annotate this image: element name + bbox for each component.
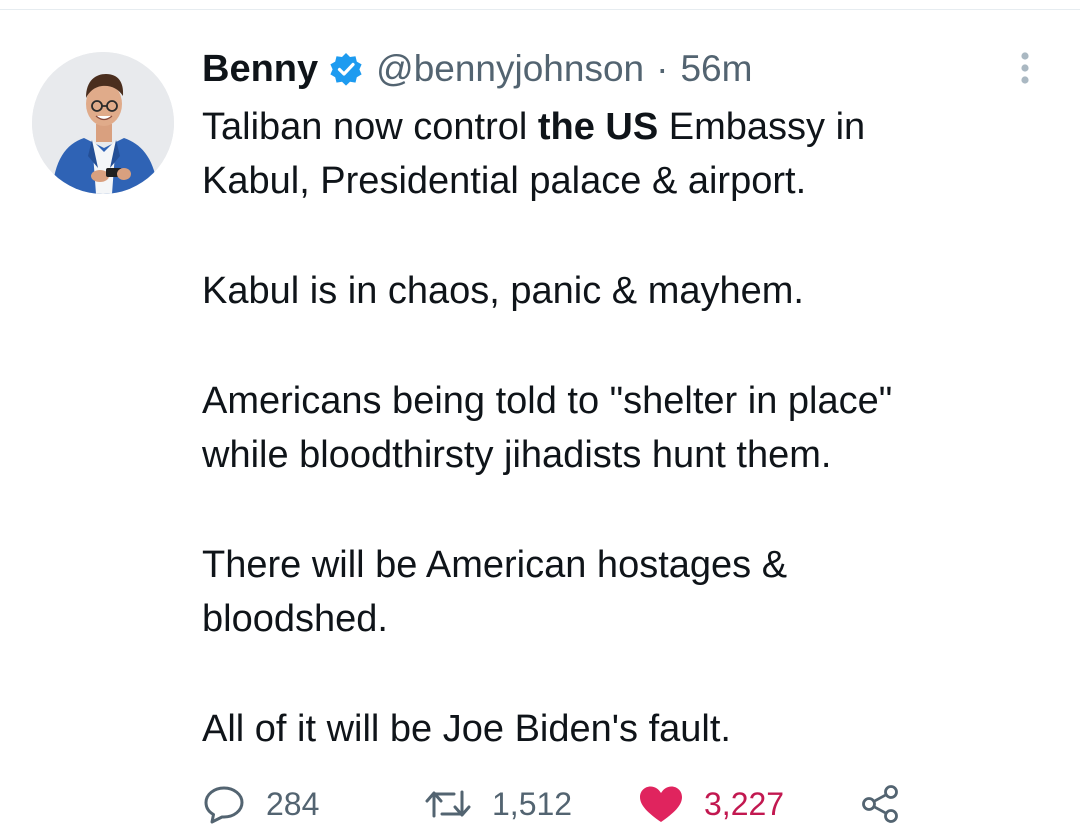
like-button[interactable]: 3,227 bbox=[638, 782, 784, 826]
tweet-line: Taliban now control the US Embassy in bbox=[202, 100, 1042, 154]
tweet-line: Kabul is in chaos, panic & mayhem. bbox=[202, 270, 804, 312]
reply-icon bbox=[204, 786, 244, 824]
reply-button[interactable]: 284 bbox=[202, 782, 319, 826]
top-divider bbox=[0, 9, 1080, 10]
tweet-actions: 284 1,512 3,227 bbox=[202, 782, 1042, 826]
tweet-body: Taliban now control the US Embassy in Ka… bbox=[202, 100, 1042, 756]
like-count: 3,227 bbox=[704, 785, 785, 822]
tweet-line: There will be American hostages & bbox=[202, 544, 788, 586]
retweet-button[interactable]: 1,512 bbox=[424, 782, 572, 826]
avatar[interactable] bbox=[32, 52, 174, 194]
header-separator: · bbox=[656, 48, 669, 89]
share-icon bbox=[862, 785, 898, 823]
tweet-line: All of it will be Joe Biden's fault. bbox=[202, 708, 731, 750]
author-handle[interactable]: @bennyjohnson bbox=[376, 48, 644, 90]
tweet-text-segment: Taliban now control bbox=[202, 106, 538, 148]
tweet-line: bloodshed. bbox=[202, 598, 388, 640]
reply-count: 284 bbox=[266, 785, 320, 822]
more-options-button[interactable] bbox=[1010, 50, 1040, 86]
heart-icon bbox=[640, 786, 682, 822]
tweet-header: Benny @bennyjohnson · 56m bbox=[202, 44, 752, 94]
tweet-timestamp[interactable]: 56m bbox=[680, 48, 752, 90]
tweet-text-segment: Embassy in bbox=[658, 106, 866, 148]
display-name[interactable]: Benny bbox=[202, 48, 318, 91]
retweet-count: 1,512 bbox=[492, 785, 573, 822]
tweet-line: Americans being told to "shelter in plac… bbox=[202, 380, 893, 422]
verified-badge-icon bbox=[328, 51, 364, 87]
tweet-line: Kabul, Presidential palace & airport. bbox=[202, 160, 807, 202]
more-vertical-icon bbox=[1021, 52, 1029, 84]
profile-photo-icon bbox=[32, 52, 174, 194]
share-button[interactable] bbox=[860, 782, 900, 826]
retweet-icon bbox=[425, 790, 471, 818]
tweet-line: while bloodthirsty jihadists hunt them. bbox=[202, 434, 832, 476]
tweet-bold-text: the US bbox=[537, 106, 659, 148]
